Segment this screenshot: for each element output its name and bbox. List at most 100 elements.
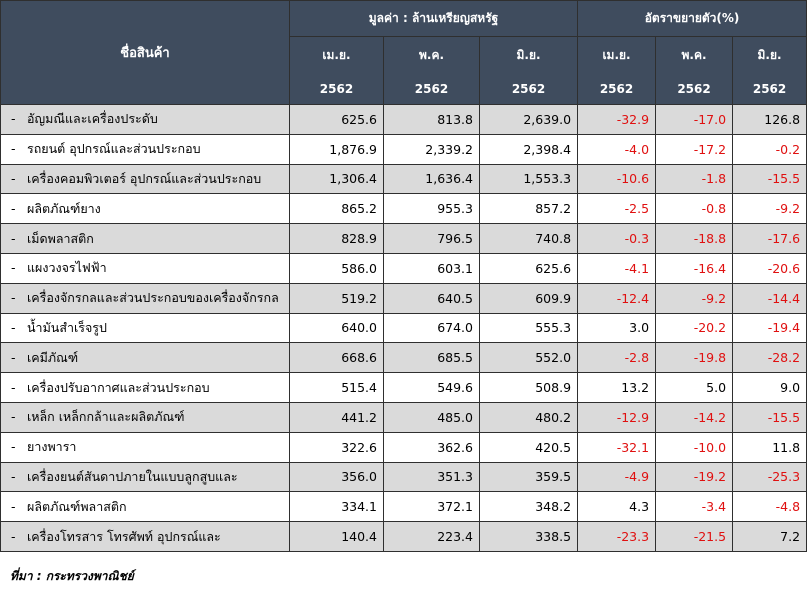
growth-apr-cell: 4.3 <box>577 491 657 523</box>
table-row: - เครื่องยนต์สันดาปภายในแบบลูกสูบและ 356.0… <box>0 461 807 493</box>
bullet-dash: - <box>11 111 16 127</box>
value-apr-cell: 1,306.4 <box>289 163 384 195</box>
product-name: เหล็ก เหล็กกล้าและผลิตภัณฑ์ <box>27 409 185 425</box>
growth-may-cell: 5.0 <box>655 372 734 403</box>
value-may-cell: 674.0 <box>383 312 480 344</box>
bullet-dash: - <box>11 319 16 335</box>
product-name: เคมีภัณฑ์ <box>27 349 79 365</box>
source-note: ที่มา : กระทรวงพาณิชย์ <box>10 569 134 583</box>
value-apr-cell: 586.0 <box>289 252 384 284</box>
value-jun-cell: 555.3 <box>478 312 579 344</box>
product-name: เครื่องปรับอากาศและส่วนประกอบ <box>27 379 210 395</box>
value-may-cell: 372.1 <box>383 491 480 523</box>
product-name: เครื่องคอมพิวเตอร์ อุปกรณ์และส่วนประกอบ <box>27 170 262 186</box>
value-jun-cell: 740.8 <box>478 223 579 254</box>
growth-apr-cell: -10.6 <box>577 163 657 195</box>
value-apr-cell: 625.6 <box>289 104 384 135</box>
table-row: - อัญมณีและเครื่องประดับ 625.6 813.8 2,639.0… <box>0 104 807 135</box>
year-header: 2562 <box>478 74 579 105</box>
product-name-cell: - เคมีภัณฑ์ <box>0 342 290 374</box>
value-jun-cell: 1,553.3 <box>478 163 579 195</box>
growth-jun-cell: -20.6 <box>732 252 807 284</box>
value-may-cell: 223.4 <box>383 521 480 552</box>
growth-may-cell: -17.2 <box>655 133 734 165</box>
month-header: เม.ย. <box>577 36 657 75</box>
bullet-dash: - <box>11 230 16 246</box>
product-column-header: ชื่อสินค้า <box>0 0 290 105</box>
growth-jun-cell: 7.2 <box>732 521 807 552</box>
growth-apr-cell: -32.1 <box>577 431 657 463</box>
value-jun-cell: 508.9 <box>478 372 579 403</box>
product-name-cell: - เหล็ก เหล็กกล้าและผลิตภัณฑ์ <box>0 401 290 433</box>
product-name-cell: - น้ำมันสำเร็จรูป <box>0 312 290 344</box>
growth-jun-cell: -0.2 <box>732 133 807 165</box>
value-may-cell: 2,339.2 <box>383 133 480 165</box>
growth-jun-cell: 9.0 <box>732 372 807 403</box>
year-header: 2562 <box>655 74 734 105</box>
value-apr-cell: 828.9 <box>289 223 384 254</box>
product-name-cell: - ผลิตภัณฑ์พลาสติก <box>0 491 290 523</box>
growth-jun-cell: -4.8 <box>732 491 807 523</box>
product-name: รถยนต์ อุปกรณ์และส่วนประกอบ <box>27 141 201 157</box>
product-name: ผลิตภัณฑ์ยาง <box>27 200 101 216</box>
growth-apr-cell: -4.1 <box>577 252 657 284</box>
product-name: น้ำมันสำเร็จรูป <box>27 319 107 335</box>
value-jun-cell: 552.0 <box>478 342 579 374</box>
value-may-cell: 813.8 <box>383 104 480 135</box>
growth-apr-cell: -2.8 <box>577 342 657 374</box>
table-row: - เหล็ก เหล็กกล้าและผลิตภัณฑ์ 441.2 485.0 48… <box>0 401 807 433</box>
growth-may-cell: -14.2 <box>655 401 734 433</box>
growth-apr-cell: -0.3 <box>577 223 657 254</box>
growth-jun-cell: -14.4 <box>732 282 807 314</box>
table-row: - เครื่องโทรสาร โทรศัพท์ อุปกรณ์และ 140.4 2… <box>0 521 807 552</box>
value-jun-cell: 857.2 <box>478 193 579 225</box>
month-header: พ.ค. <box>655 36 734 75</box>
product-name: อัญมณีและเครื่องประดับ <box>27 111 158 127</box>
growth-may-cell: -19.2 <box>655 461 734 493</box>
bullet-dash: - <box>11 379 16 395</box>
product-name-cell: - เครื่องปรับอากาศและส่วนประกอบ <box>0 372 290 403</box>
product-name-cell: - แผงวงจรไฟฟ้า <box>0 252 290 284</box>
growth-apr-cell: -4.0 <box>577 133 657 165</box>
bullet-dash: - <box>11 260 16 276</box>
growth-apr-cell: -2.5 <box>577 193 657 225</box>
product-name-cell: - เครื่องโทรสาร โทรศัพท์ อุปกรณ์และ <box>0 521 290 552</box>
value-jun-cell: 625.6 <box>478 252 579 284</box>
table-row: - เครื่องปรับอากาศและส่วนประกอบ 515.4 549.6… <box>0 372 807 403</box>
value-apr-cell: 865.2 <box>289 193 384 225</box>
growth-may-cell: -9.2 <box>655 282 734 314</box>
year-header: 2562 <box>577 74 657 105</box>
product-name-cell: - ยางพารา <box>0 431 290 463</box>
table-row: - น้ำมันสำเร็จรูป 640.0 674.0 555.3 3.0 -20.2-… <box>0 312 807 344</box>
value-may-cell: 640.5 <box>383 282 480 314</box>
product-name: ยางพารา <box>27 439 77 455</box>
product-name: เครื่องโทรสาร โทรศัพท์ อุปกรณ์และ <box>27 528 221 544</box>
bullet-dash: - <box>11 290 16 306</box>
value-apr-cell: 1,876.9 <box>289 133 384 165</box>
bullet-dash: - <box>11 498 16 514</box>
bullet-dash: - <box>11 409 16 425</box>
table-row: - เม็ดพลาสติก 828.9 796.5 740.8 -0.3 -18.8 -17.… <box>0 223 807 254</box>
value-jun-cell: 338.5 <box>478 521 579 552</box>
product-name-cell: - เครื่องยนต์สันดาปภายในแบบลูกสูบและ <box>0 461 290 493</box>
growth-apr-cell: 13.2 <box>577 372 657 403</box>
month-header: มิ.ย. <box>478 36 579 75</box>
table-row: - รถยนต์ อุปกรณ์และส่วนประกอบ 1,876.9 2,339… <box>0 133 807 165</box>
table-body: - อัญมณีและเครื่องประดับ 625.6 813.8 2,639.0… <box>0 104 807 552</box>
growth-may-cell: -0.8 <box>655 193 734 225</box>
table-header: ชื่อสินค้า มูลค่า : ล้านเหรียญสหรัฐ อัตร… <box>0 0 807 105</box>
value-jun-cell: 359.5 <box>478 461 579 493</box>
value-apr-cell: 322.6 <box>289 431 384 463</box>
value-may-cell: 1,636.4 <box>383 163 480 195</box>
product-name-cell: - เม็ดพลาสติก <box>0 223 290 254</box>
growth-may-cell: -21.5 <box>655 521 734 552</box>
growth-jun-cell: -17.6 <box>732 223 807 254</box>
growth-jun-cell: -19.4 <box>732 312 807 344</box>
value-may-cell: 796.5 <box>383 223 480 254</box>
value-jun-cell: 2,639.0 <box>478 104 579 135</box>
growth-may-cell: -19.8 <box>655 342 734 374</box>
growth-jun-cell: -25.3 <box>732 461 807 493</box>
value-may-cell: 685.5 <box>383 342 480 374</box>
growth-may-cell: -16.4 <box>655 252 734 284</box>
bullet-dash: - <box>11 468 16 484</box>
